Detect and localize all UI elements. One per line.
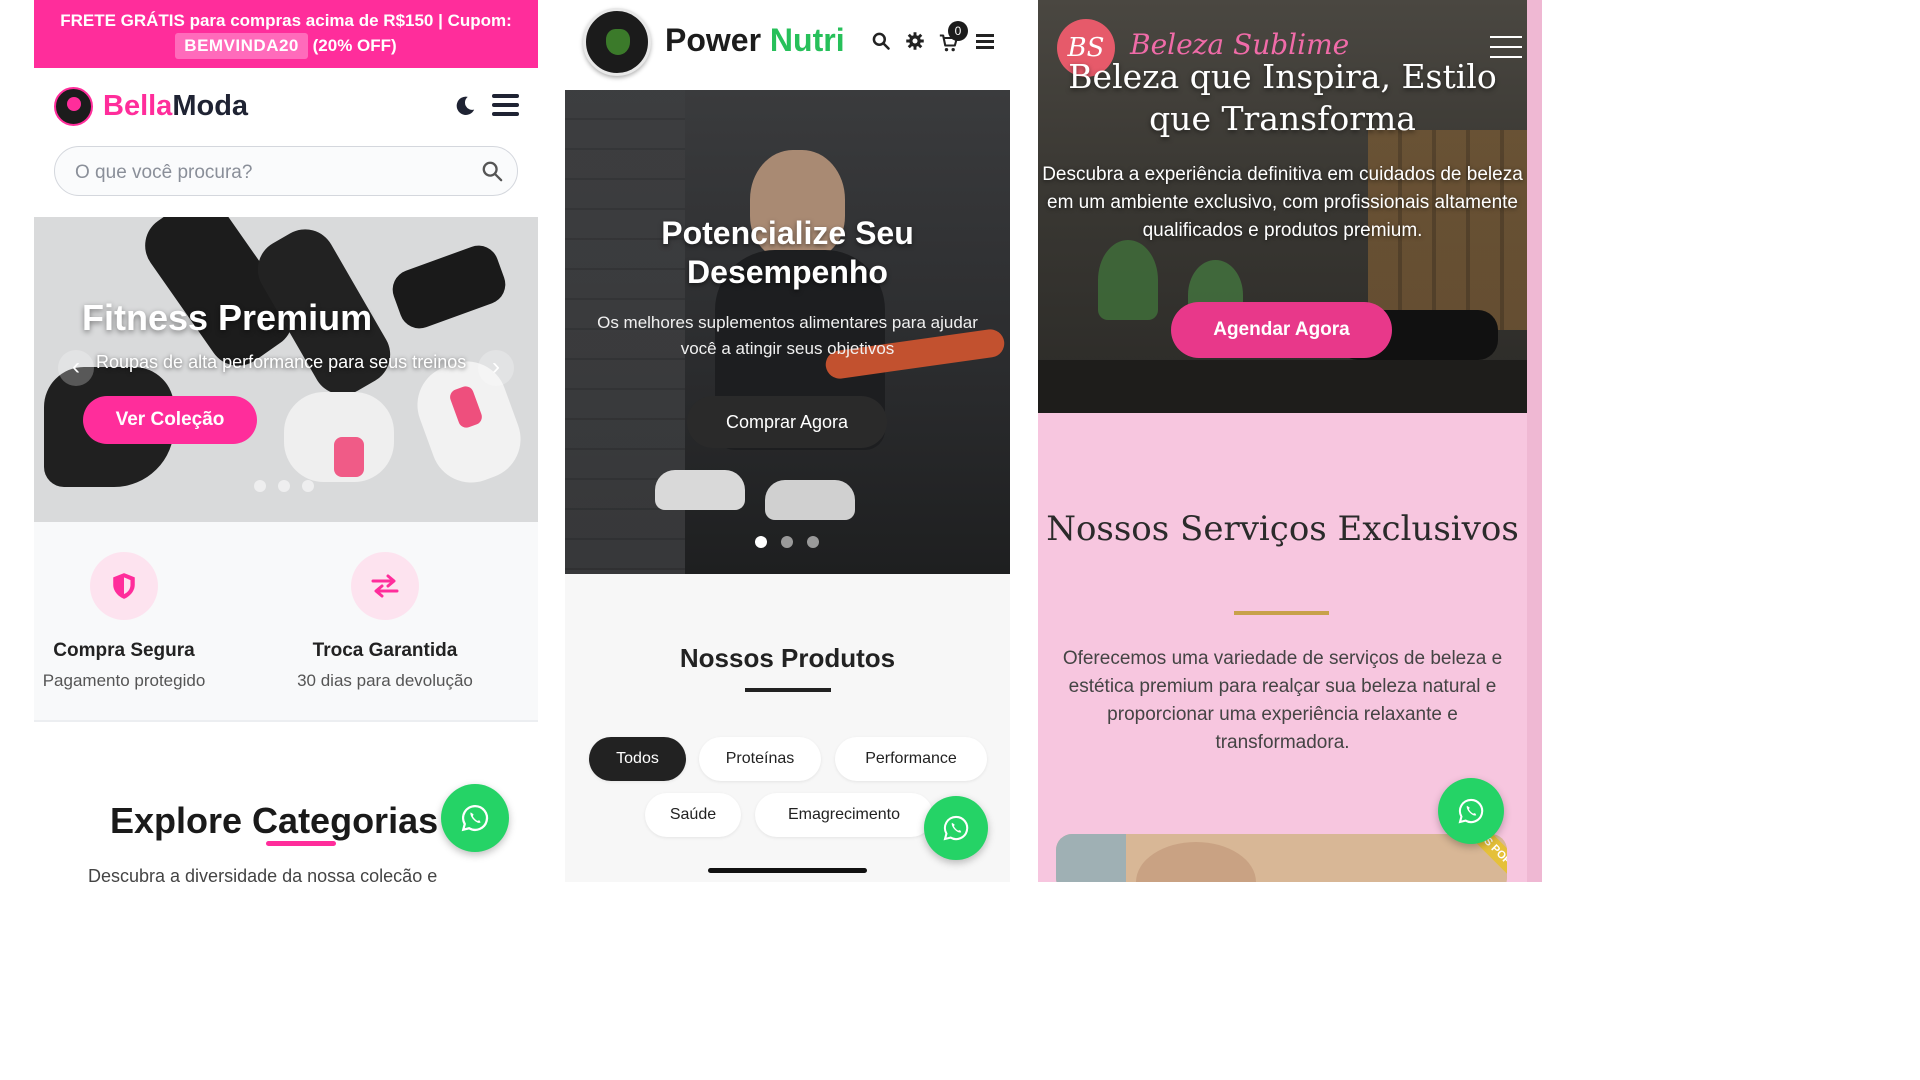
whatsapp-button[interactable] (924, 796, 988, 860)
search-bar[interactable]: O que você procura? (54, 146, 518, 196)
dark-mode-icon[interactable] (454, 95, 476, 117)
section-title-underline (1234, 611, 1329, 615)
view-collection-button[interactable]: Ver Coleção (83, 396, 257, 444)
feature-title: Troca Garantida (312, 640, 458, 661)
shop-now-button[interactable]: Comprar Agora (687, 396, 887, 448)
shield-icon (113, 573, 135, 599)
brand-name[interactable]: Power Nutri (665, 22, 845, 59)
brand-name-part2: Nutri (769, 22, 845, 58)
menu-icon[interactable] (976, 31, 994, 51)
hero-subtitle: Os melhores suplementos alimentares para… (597, 313, 978, 358)
carousel-prev-icon[interactable]: ‹ (58, 350, 94, 386)
features-strip: Compra Segura Pagamento protegido Troca … (34, 522, 538, 722)
carousel-dot[interactable] (807, 536, 819, 548)
filter-chip-proteinas[interactable]: Proteínas (699, 737, 821, 781)
belezasublime-mobile-screen: BS Beleza Sublime Beleza que Inspira, Es… (1038, 0, 1542, 882)
brand-name-part1: Bella (103, 90, 173, 122)
hero-title: Fitness Premium (82, 297, 373, 338)
filter-chip-emagrecimento[interactable]: Emagrecimento (755, 793, 933, 837)
hero-subtitle: Roupas de alta performance para seus tre… (96, 352, 467, 372)
site-header: Power Nutri 0 (565, 0, 1010, 90)
carousel-dot[interactable] (278, 480, 290, 492)
powernutri-mobile-screen: Power Nutri 0 Potencialize Seu Desempenh… (565, 0, 1010, 882)
whatsapp-button[interactable] (441, 784, 509, 852)
home-indicator (708, 868, 867, 873)
promo-text: FRETE GRÁTIS para compras acima de R$150… (60, 11, 512, 30)
section-subtitle: Descubra a diversidade da nossa coleção … (88, 866, 438, 882)
feature-secure-purchase: Compra Segura Pagamento protegido (34, 552, 244, 691)
scrollbar[interactable] (1527, 0, 1542, 882)
menu-icon[interactable] (492, 94, 519, 118)
book-now-button[interactable]: Agendar Agora (1171, 302, 1392, 358)
section-title-underline (745, 688, 831, 692)
bellamoda-mobile-screen: FRETE GRÁTIS para compras acima de R$150… (34, 0, 538, 882)
hero-carousel: Fitness Premium Roupas de alta performan… (34, 217, 538, 522)
carousel-dot[interactable] (302, 480, 314, 492)
whatsapp-button[interactable] (1438, 778, 1504, 844)
search-placeholder: O que você procura? (75, 162, 253, 183)
whatsapp-icon (943, 815, 969, 841)
hero-title: Potencialize Seu Desempenho (661, 215, 914, 290)
promo-banner: FRETE GRÁTIS para compras acima de R$150… (34, 0, 538, 68)
cart-count-badge: 0 (948, 21, 968, 41)
promo-discount: (20% OFF) (312, 36, 397, 55)
carousel-dot[interactable] (755, 536, 767, 548)
brand-name-part2: Moda (172, 90, 249, 122)
hero-carousel: Potencialize Seu Desempenho Os melhores … (565, 90, 1010, 574)
menu-icon[interactable] (1490, 36, 1522, 58)
filter-chip-saude[interactable]: Saúde (645, 793, 741, 837)
carousel-dot[interactable] (781, 536, 793, 548)
brand-name-part1: Power (665, 22, 762, 58)
section-title: Explore Categorias (110, 800, 439, 841)
feature-title: Compra Segura (53, 640, 195, 661)
feature-subtitle: 30 dias para devolução (297, 671, 473, 690)
filter-chip-performance[interactable]: Performance (835, 737, 987, 781)
section-title: Nossos Produtos (679, 643, 896, 673)
exchange-arrows-icon (371, 574, 399, 598)
search-icon[interactable] (871, 31, 891, 51)
whatsapp-icon (461, 804, 489, 832)
hero-subtitle: Descubra a experiência definitiva em cui… (1042, 164, 1523, 241)
section-title-underline (266, 841, 336, 846)
carousel-next-icon[interactable]: › (478, 350, 514, 386)
brand-logo[interactable] (54, 87, 93, 126)
carousel-dot[interactable] (254, 480, 266, 492)
carousel-indicators (755, 535, 833, 553)
coupon-code[interactable]: BEMVINDA20 (175, 33, 308, 59)
gear-icon[interactable] (905, 31, 925, 51)
filter-chip-todos[interactable]: Todos (589, 737, 686, 781)
brand-logo[interactable] (583, 8, 651, 76)
service-card[interactable]: MAIS POPULAR (1056, 834, 1507, 882)
feature-guaranteed-exchange: Troca Garantida 30 dias para devolução (265, 552, 505, 691)
section-title: Nossos Serviços Exclusivos (1046, 509, 1519, 549)
brand-name[interactable]: BellaModa (103, 90, 248, 123)
hero-section: BS Beleza Sublime Beleza que Inspira, Es… (1038, 0, 1527, 413)
hero-title: Beleza que Inspira, Estilo que Transform… (1068, 57, 1497, 138)
carousel-indicators (254, 479, 326, 497)
site-header: BellaModa (34, 68, 538, 146)
section-description: Oferecemos uma variedade de serviços de … (1062, 648, 1503, 753)
feature-subtitle: Pagamento protegido (42, 671, 206, 690)
whatsapp-icon (1458, 798, 1484, 824)
search-icon[interactable] (481, 160, 503, 182)
